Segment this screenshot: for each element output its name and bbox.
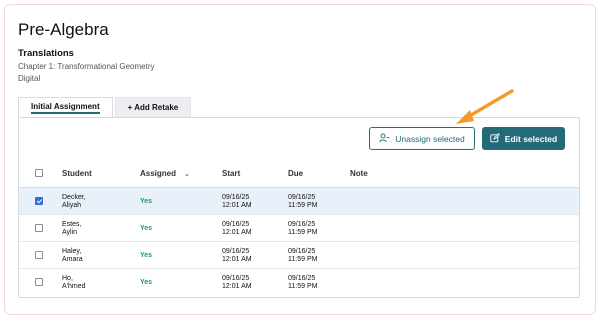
header-student: Student (62, 169, 92, 178)
person-minus-icon (379, 133, 390, 145)
tab-add-retake-label: + Add Retake (127, 103, 179, 112)
row-checkbox[interactable] (35, 224, 43, 232)
tab-add-retake[interactable]: + Add Retake (114, 97, 192, 117)
unassign-selected-label: Unassign selected (395, 133, 465, 144)
edit-pencil-icon (490, 132, 500, 145)
edit-selected-button[interactable]: Edit selected (482, 127, 565, 150)
assigned-status: Yes (140, 279, 153, 286)
chevron-down-icon: ⌄ (184, 171, 190, 178)
due-datetime: 09/16/25 11:59 PM (288, 194, 318, 209)
student-name: Decker, Aliyah (62, 194, 86, 209)
annotation-arrow-icon (456, 89, 514, 124)
start-datetime: 09/16/25 12:01 AM (222, 194, 252, 209)
page-title: Pre-Algebra (18, 20, 109, 39)
assignment-tabs: Initial Assignment + Add Retake (18, 97, 192, 117)
student-name: Estes, Aylin (62, 221, 82, 236)
table-row[interactable]: Haley, Amara Yes 09/16/25 12:01 AM 09/16/2… (19, 242, 579, 269)
tab-initial-assignment-label: Initial Assignment (31, 102, 100, 114)
assigned-status: Yes (140, 252, 153, 259)
start-datetime: 09/16/25 12:01 AM (222, 275, 252, 290)
row-checkbox[interactable] (35, 251, 43, 259)
header-start: Start (222, 169, 241, 178)
header-due: Due (288, 169, 304, 178)
chapter-label: Chapter 1: Transformational Geometry (18, 62, 155, 71)
assigned-status: Yes (140, 225, 153, 232)
table-header: Student Assigned ⌄ Start Due Note (19, 159, 579, 188)
mode-label: Digital (18, 74, 41, 83)
header-note: Note (350, 169, 368, 178)
due-datetime: 09/16/25 11:59 PM (288, 248, 318, 263)
select-all-checkbox[interactable] (35, 169, 43, 177)
start-datetime: 09/16/25 12:01 AM (222, 221, 252, 236)
assignment-title: Translations (18, 48, 74, 59)
due-datetime: 09/16/25 11:59 PM (288, 275, 318, 290)
edit-selected-label: Edit selected (504, 133, 558, 144)
tab-initial-assignment[interactable]: Initial Assignment (18, 97, 113, 117)
student-name: Ho, A'hmed (62, 275, 86, 290)
start-datetime: 09/16/25 12:01 AM (222, 248, 252, 263)
row-checkbox[interactable] (35, 278, 43, 286)
due-datetime: 09/16/25 11:59 PM (288, 221, 318, 236)
unassign-selected-button[interactable]: Unassign selected (369, 127, 475, 150)
table-row[interactable]: Decker, Aliyah Yes 09/16/25 12:01 AM 09/16… (19, 188, 579, 215)
assigned-status: Yes (140, 198, 153, 205)
row-checkbox[interactable] (35, 197, 43, 205)
student-name: Haley, Amara (62, 248, 83, 263)
table-row[interactable]: Ho, A'hmed Yes 09/16/25 12:01 AM 09/16/25 1… (19, 269, 579, 296)
header-assigned-label: Assigned (140, 169, 177, 178)
table-row[interactable]: Estes, Aylin Yes 09/16/25 12:01 AM 09/16/2… (19, 215, 579, 242)
header-assigned[interactable]: Assigned ⌄ (140, 169, 190, 178)
